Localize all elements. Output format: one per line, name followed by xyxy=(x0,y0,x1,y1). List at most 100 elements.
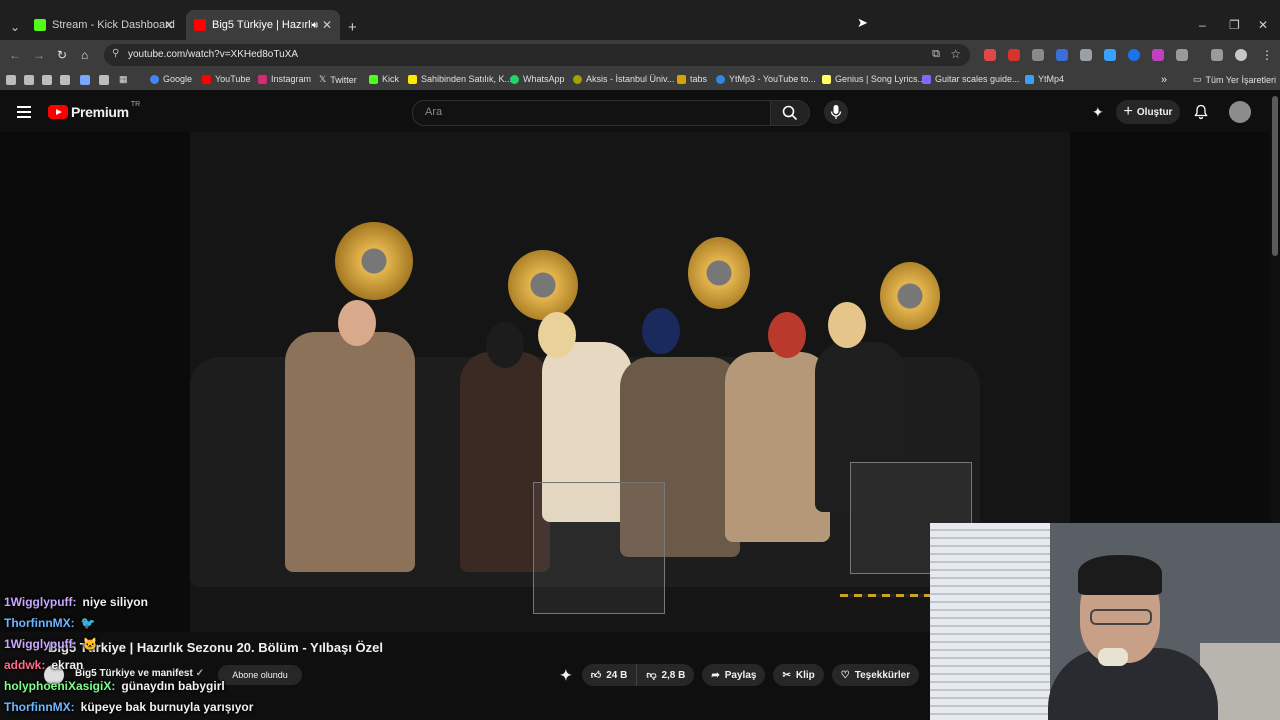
bookmark-aksis[interactable]: Aksis - İstanbul Üniv... xyxy=(573,74,674,84)
shield-icon[interactable] xyxy=(1080,49,1092,61)
bookmark-label: Genius | Song Lyrics... xyxy=(835,74,926,84)
site-info-icon[interactable]: ⚲ xyxy=(112,48,119,59)
close-icon[interactable]: ✕ xyxy=(164,18,174,32)
bookmark-sahibinden[interactable]: Sahibinden Satılık, K... xyxy=(408,74,512,84)
extension-icon[interactable] xyxy=(1128,49,1140,61)
youtube-play-icon xyxy=(48,105,68,119)
bookmark-twitter[interactable]: 𝕏 Twitter xyxy=(319,74,357,85)
avatar[interactable] xyxy=(1229,101,1251,123)
search-input[interactable] xyxy=(423,105,757,119)
bookmark-icon[interactable] xyxy=(42,75,52,85)
puzzle-icon[interactable] xyxy=(1176,49,1188,61)
hamburger-menu-icon[interactable] xyxy=(17,106,31,118)
apps-grid-icon[interactable]: ▦ xyxy=(119,74,128,85)
tabs-icon xyxy=(677,74,686,84)
x-logo-icon: 𝕏 xyxy=(319,74,327,84)
kick-icon xyxy=(34,19,46,31)
speaker-icon[interactable]: 🔊︎ xyxy=(312,20,318,31)
glass-table xyxy=(533,482,665,614)
aksis-icon xyxy=(573,74,582,84)
person-head xyxy=(538,312,576,358)
sparkle-icon[interactable]: ✦ xyxy=(1092,104,1104,121)
floor-marker xyxy=(840,594,930,597)
sahibinden-icon xyxy=(408,74,417,84)
install-icon[interactable]: ⧉ xyxy=(932,48,940,61)
bookmark-whatsapp[interactable]: WhatsApp xyxy=(510,74,565,84)
bookmark-label: Aksis - İstanbul Üniv... xyxy=(586,74,675,84)
bookmark-icon[interactable] xyxy=(6,75,16,85)
tab-kick-dashboard[interactable]: Stream - Kick Dashboard ✕ xyxy=(26,10,182,40)
video-actions: ✦ 👍︎ 24 B 👎︎ 2,8 B ➦ Paylaş ✂ Klip ♡ Teş… xyxy=(560,664,920,686)
bookmark-ytmp3[interactable]: YtMp3 - YouTube to... xyxy=(716,74,816,84)
streamer-hair xyxy=(1078,555,1162,595)
reload-icon[interactable]: ↻ xyxy=(57,48,67,62)
extension-icon[interactable] xyxy=(984,49,996,61)
bookmark-icon[interactable] xyxy=(99,75,109,85)
person-head xyxy=(338,300,376,346)
tab-youtube-video[interactable]: Big5 Türkiye | Hazırlık Sezon 🔊︎ ✕ xyxy=(186,10,340,40)
window-blinds xyxy=(930,523,1050,720)
back-arrow-icon[interactable]: ← xyxy=(9,48,21,62)
extension-search-icon[interactable] xyxy=(1032,49,1044,61)
like-button[interactable]: 👍︎ 24 B xyxy=(581,664,638,686)
folder-icon: ▭ xyxy=(1193,74,1202,84)
close-icon[interactable]: ✕ xyxy=(322,18,332,32)
youtube-premium-logo[interactable]: Premium TR xyxy=(48,100,141,120)
profile-icon[interactable] xyxy=(1235,49,1247,61)
chat-username: addwk: xyxy=(4,658,46,672)
share-button[interactable]: ➦ Paylaş xyxy=(702,664,766,686)
address-bar[interactable]: ⚲ youtube.com/watch?v=XKHed8oTuXA ⧉ ☆ xyxy=(104,44,970,66)
forward-arrow-icon[interactable]: → xyxy=(33,48,45,62)
voice-search-button[interactable] xyxy=(824,100,848,124)
tab-search-icon[interactable]: ⌄ xyxy=(10,20,20,34)
reading-list-icon[interactable] xyxy=(1211,49,1223,61)
logo-text: Premium xyxy=(71,104,129,120)
microphone-icon xyxy=(830,105,842,119)
bookmark-icon[interactable] xyxy=(60,75,70,85)
window-close-button[interactable]: ✕ xyxy=(1258,18,1268,32)
thumbs-down-icon: 👎︎ xyxy=(646,670,657,681)
glasses xyxy=(1090,609,1152,625)
all-bookmarks[interactable]: ▭ Tüm Yer İşaretleri xyxy=(1193,74,1276,85)
create-button[interactable]: + Oluştur xyxy=(1116,100,1180,124)
bookmark-ytmp4[interactable]: YtMp4 xyxy=(1025,74,1064,84)
stream-chat-overlay: 1Wigglypuff: niye siliyon ThorfinnMX: 🐦 1W… xyxy=(4,592,253,718)
bookmark-instagram[interactable]: Instagram xyxy=(258,74,311,84)
home-icon[interactable]: ⌂ xyxy=(81,48,88,62)
bell-icon[interactable] xyxy=(1193,104,1209,120)
chat-text: ekran xyxy=(51,658,84,672)
instagram-icon xyxy=(258,74,267,84)
bookmark-icon[interactable] xyxy=(80,75,90,85)
bookmark-label: Instagram xyxy=(271,74,312,84)
new-tab-button[interactable]: + xyxy=(348,19,357,36)
extension-icon[interactable] xyxy=(1152,49,1164,61)
extension-icon[interactable] xyxy=(1008,49,1020,61)
bookmark-genius[interactable]: Genius | Song Lyrics... xyxy=(822,74,925,84)
chat-message: 1Wigglypuff: niye siliyon xyxy=(4,592,253,613)
bookmark-icon[interactable] xyxy=(24,75,34,85)
restore-button[interactable]: ❐ xyxy=(1229,18,1240,32)
thanks-button[interactable]: ♡ Teşekkürler xyxy=(831,664,920,686)
sparkle-icon[interactable]: ✦ xyxy=(560,667,572,684)
dislike-button[interactable]: 👎︎ 2,8 B xyxy=(637,664,695,686)
region-code: TR xyxy=(130,100,141,108)
snack xyxy=(1098,648,1128,666)
extension-icon[interactable] xyxy=(1104,49,1116,61)
bookmark-kick[interactable]: Kick xyxy=(369,74,399,84)
more-bookmarks-icon[interactable]: » xyxy=(1161,74,1167,86)
search-icon xyxy=(782,105,798,121)
bookmark-google[interactable]: Google xyxy=(150,74,192,84)
bookmark-tabs[interactable]: tabs xyxy=(677,74,707,84)
chat-username: 1Wigglypuff: xyxy=(4,637,77,651)
minimize-button[interactable]: – xyxy=(1199,18,1206,32)
star-icon[interactable]: ☆ xyxy=(950,47,961,61)
translate-icon[interactable] xyxy=(1056,49,1068,61)
page-scrollbar[interactable] xyxy=(1272,96,1278,256)
bookmark-youtube[interactable]: YouTube xyxy=(202,74,250,84)
chat-message: 1Wigglypuff: 🐱 xyxy=(4,634,253,655)
menu-dots-icon[interactable]: ⋮ xyxy=(1261,48,1273,62)
clip-button[interactable]: ✂ Klip xyxy=(773,664,824,686)
search-button[interactable] xyxy=(770,100,810,126)
bookmark-guitar-scales[interactable]: Guitar scales guide... xyxy=(922,74,1020,84)
thanks-label: Teşekkürler xyxy=(854,669,911,681)
